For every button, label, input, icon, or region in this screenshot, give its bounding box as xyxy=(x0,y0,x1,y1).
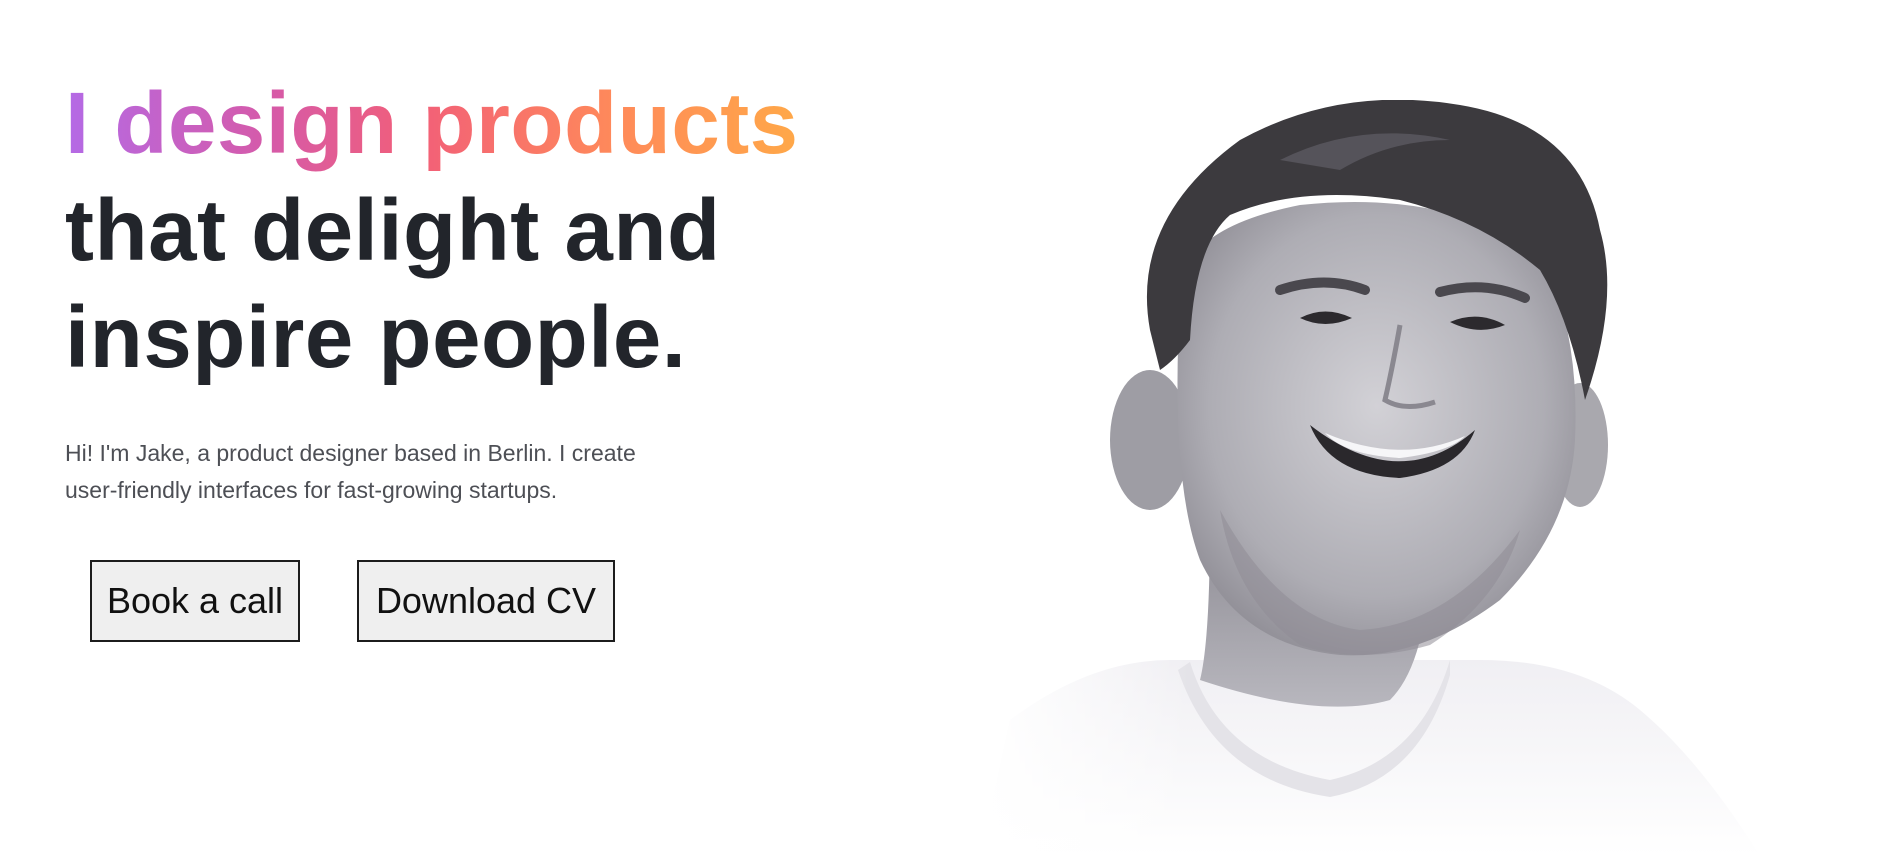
headline-gradient-text: I design products xyxy=(65,70,799,177)
intro-line-1: Hi! I'm Jake, a product designer based i… xyxy=(65,440,636,466)
download-cv-button[interactable]: Download CV xyxy=(357,560,615,642)
portrait-photo xyxy=(980,100,1820,856)
hero-headline: I design products that delight and inspi… xyxy=(65,70,799,391)
hero-section: I design products that delight and inspi… xyxy=(0,0,1877,856)
headline-line-2: that delight and xyxy=(65,182,721,279)
book-call-button[interactable]: Book a call xyxy=(90,560,300,642)
headline-line-3: inspire people. xyxy=(65,289,687,386)
intro-text: Hi! I'm Jake, a product designer based i… xyxy=(65,435,745,509)
intro-line-2: user-friendly interfaces for fast-growin… xyxy=(65,477,558,503)
